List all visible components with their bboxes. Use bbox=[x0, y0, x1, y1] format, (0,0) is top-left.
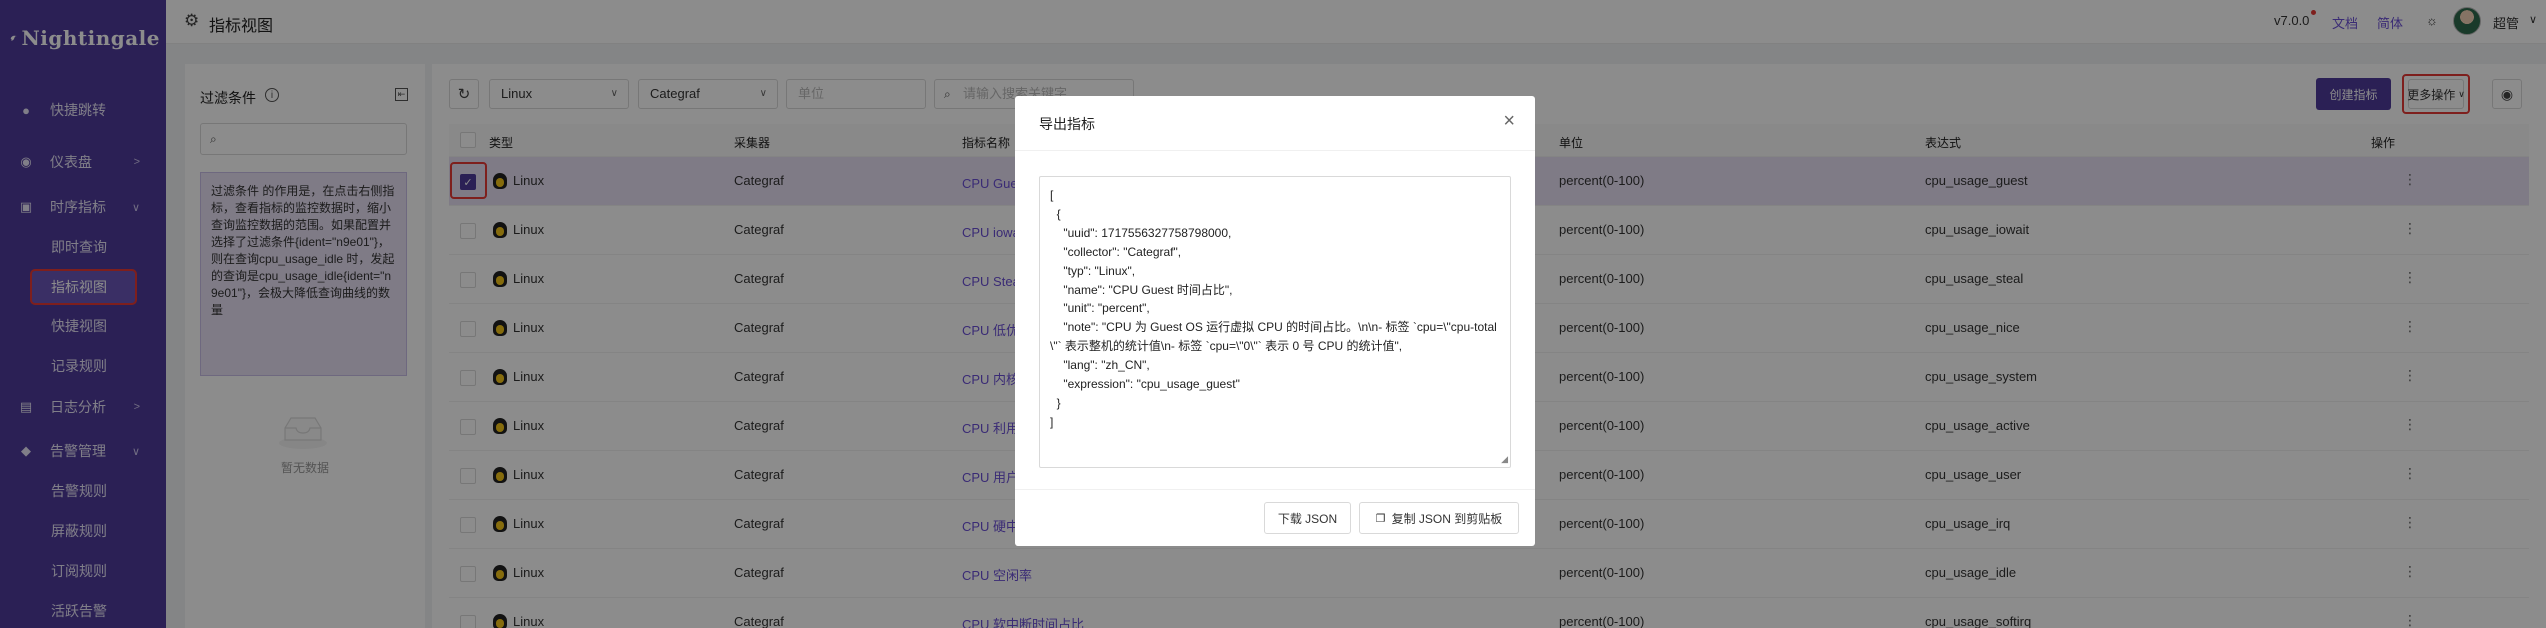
modal-title: 导出指标 bbox=[1039, 116, 1095, 132]
close-icon[interactable]: × bbox=[1503, 110, 1515, 133]
copy-json-button[interactable]: ❐ 复制 JSON 到剪贴板 bbox=[1359, 502, 1519, 534]
resize-handle[interactable]: ◢ bbox=[1501, 454, 1508, 465]
modal-header: 导出指标 × bbox=[1015, 96, 1535, 151]
copy-icon: ❐ bbox=[1375, 512, 1386, 525]
copy-json-label: 复制 JSON 到剪贴板 bbox=[1391, 511, 1503, 526]
download-json-button[interactable]: 下载 JSON bbox=[1264, 502, 1351, 534]
export-metrics-modal: 导出指标 × [ { "uuid": 1717556327758798000, … bbox=[1015, 96, 1535, 546]
json-textarea[interactable]: [ { "uuid": 1717556327758798000, "collec… bbox=[1039, 176, 1511, 468]
modal-footer: 下载 JSON ❐ 复制 JSON 到剪贴板 bbox=[1015, 489, 1535, 546]
download-json-label: 下载 JSON bbox=[1277, 511, 1338, 526]
json-content: [ { "uuid": 1717556327758798000, "collec… bbox=[1050, 188, 1497, 429]
